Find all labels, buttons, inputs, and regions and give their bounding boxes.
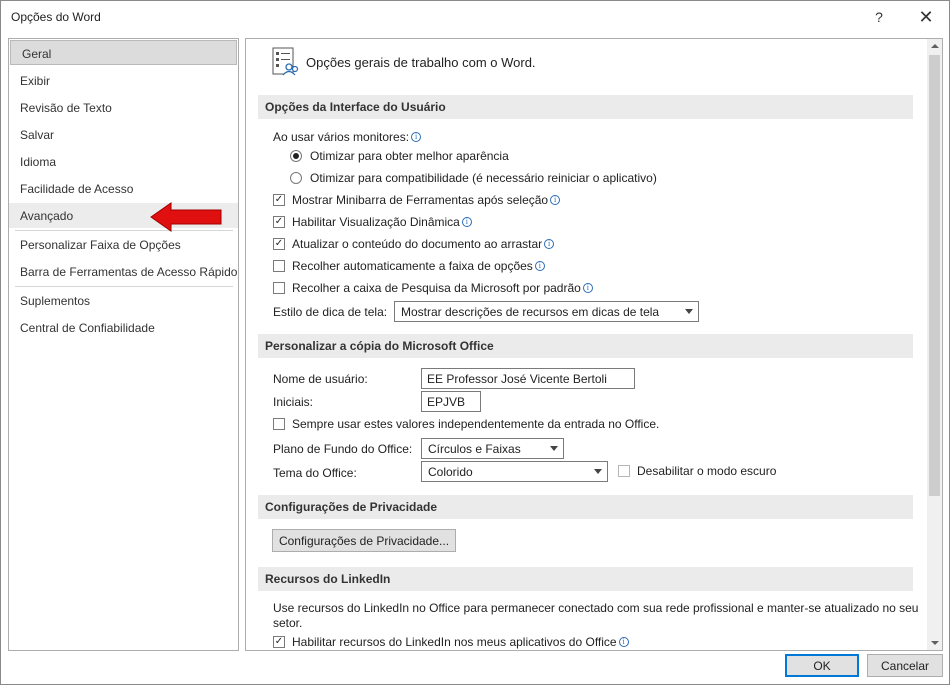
privacy-settings-button[interactable]: Configurações de Privacidade... xyxy=(272,529,456,552)
sidebar-item-exibir[interactable]: Exibir xyxy=(9,68,238,93)
checkbox-linkedin-features[interactable]: ✓ xyxy=(273,636,285,648)
initials-label: Iniciais: xyxy=(273,395,314,409)
scroll-down-arrow-icon[interactable] xyxy=(927,635,942,650)
checkbox-update-on-drag[interactable]: ✓ xyxy=(273,238,285,250)
checkbox-update-on-drag-text: Atualizar o conteúdo do documento ao arr… xyxy=(292,237,543,251)
info-icon: i xyxy=(582,283,593,293)
username-label: Nome de usuário: xyxy=(273,372,368,386)
info-icon: i xyxy=(411,132,422,142)
chevron-down-icon xyxy=(594,469,602,474)
section-header-personalize: Personalizar a cópia do Microsoft Office xyxy=(258,334,913,358)
initials-input[interactable]: EPJVB xyxy=(421,391,481,412)
sidebar-item-salvar[interactable]: Salvar xyxy=(9,122,238,147)
word-options-dialog: Opções do Word ? ✕ Geral Exibir Revisão … xyxy=(0,0,950,685)
monitors-label-text: Ao usar vários monitores: xyxy=(273,130,410,144)
sidebar-divider xyxy=(15,286,233,287)
close-icon: ✕ xyxy=(918,6,934,27)
category-sidebar: Geral Exibir Revisão de Texto Salvar Idi… xyxy=(8,38,239,651)
linkedin-description: Use recursos do LinkedIn no Office para … xyxy=(273,601,919,630)
sidebar-item-barra-acesso-rapido[interactable]: Barra de Ferramentas de Acesso Rápido xyxy=(9,259,238,284)
checkbox-live-preview-label: Habilitar Visualização Dinâmica i xyxy=(292,215,472,229)
help-icon: ? xyxy=(875,9,883,25)
office-theme-label: Tema do Office: xyxy=(273,466,357,480)
checkbox-live-preview-text: Habilitar Visualização Dinâmica xyxy=(292,215,460,229)
radio-best-appearance-label: Otimizar para obter melhor aparência xyxy=(310,149,509,163)
checkbox-linkedin-features-label: Habilitar recursos do LinkedIn nos meus … xyxy=(292,635,629,649)
checkbox-linkedin-features-text: Habilitar recursos do LinkedIn nos meus … xyxy=(292,635,617,649)
office-theme-dropdown[interactable]: Colorido xyxy=(421,461,608,482)
office-theme-value: Colorido xyxy=(428,465,473,479)
section-header-ui: Opções da Interface do Usuário xyxy=(258,95,913,119)
checkbox-minibar-text: Mostrar Minibarra de Ferramentas após se… xyxy=(292,193,549,207)
sidebar-item-suplementos[interactable]: Suplementos xyxy=(9,288,238,313)
help-button[interactable]: ? xyxy=(857,1,901,33)
section-header-privacy: Configurações de Privacidade xyxy=(258,495,913,519)
section-header-linkedin: Recursos do LinkedIn xyxy=(258,567,913,591)
info-icon: i xyxy=(534,261,545,271)
red-arrow-annotation-icon xyxy=(150,202,222,232)
info-icon: i xyxy=(618,637,629,647)
checkbox-collapse-ribbon-text: Recolher automaticamente a faixa de opçõ… xyxy=(292,259,533,273)
checkbox-always-use-label: Sempre usar estes valores independenteme… xyxy=(292,417,660,431)
sidebar-item-revisao-de-texto[interactable]: Revisão de Texto xyxy=(9,95,238,120)
cancel-button[interactable]: Cancelar xyxy=(867,654,943,677)
scroll-up-arrow-icon[interactable] xyxy=(927,39,942,54)
checkbox-collapse-search-text: Recolher a caixa de Pesquisa da Microsof… xyxy=(292,281,581,295)
sidebar-item-geral[interactable]: Geral xyxy=(10,40,237,65)
tooltip-style-label: Estilo de dica de tela: xyxy=(273,305,388,319)
general-options-icon xyxy=(272,47,299,76)
close-button[interactable]: ✕ xyxy=(904,1,948,33)
title-bar: Opções do Word ? ✕ xyxy=(1,1,949,33)
window-title: Opções do Word xyxy=(11,10,101,24)
office-background-value: Círculos e Faixas xyxy=(428,442,521,456)
checkbox-collapse-ribbon-label: Recolher automaticamente a faixa de opçõ… xyxy=(292,259,545,273)
checkbox-update-on-drag-label: Atualizar o conteúdo do documento ao arr… xyxy=(292,237,555,251)
checkbox-collapse-search-label: Recolher a caixa de Pesquisa da Microsof… xyxy=(292,281,593,295)
page-heading: Opções gerais de trabalho com o Word. xyxy=(306,55,536,70)
checkbox-collapse-ribbon[interactable] xyxy=(273,260,285,272)
chevron-down-icon xyxy=(685,309,693,314)
checkbox-always-use[interactable] xyxy=(273,418,285,430)
checkbox-disable-dark-mode-label: Desabilitar o modo escuro xyxy=(637,464,777,478)
ok-button[interactable]: OK xyxy=(785,654,859,677)
checkbox-disable-dark-mode[interactable] xyxy=(618,465,630,477)
office-background-dropdown[interactable]: Círculos e Faixas xyxy=(421,438,564,459)
checkbox-minibar[interactable]: ✓ xyxy=(273,194,285,206)
checkbox-live-preview[interactable]: ✓ xyxy=(273,216,285,228)
chevron-down-icon xyxy=(550,446,558,451)
radio-compatibility-label: Otimizar para compatibilidade (é necessá… xyxy=(310,171,657,185)
checkbox-collapse-search[interactable] xyxy=(273,282,285,294)
scrollbar-thumb[interactable] xyxy=(929,55,940,496)
tooltip-style-value: Mostrar descrições de recursos em dicas … xyxy=(401,305,660,319)
sidebar-item-personalizar-faixa[interactable]: Personalizar Faixa de Opções xyxy=(9,232,238,257)
info-icon: i xyxy=(544,239,555,249)
info-icon: i xyxy=(550,195,561,205)
info-icon: i xyxy=(461,217,472,227)
checkbox-minibar-label: Mostrar Minibarra de Ferramentas após se… xyxy=(292,193,561,207)
monitors-label: Ao usar vários monitores: i xyxy=(273,130,422,144)
content-scrollbar[interactable] xyxy=(927,39,942,650)
tooltip-style-dropdown[interactable]: Mostrar descrições de recursos em dicas … xyxy=(394,301,699,322)
office-background-label: Plano de Fundo do Office: xyxy=(273,442,413,456)
sidebar-item-facilidade-de-acesso[interactable]: Facilidade de Acesso xyxy=(9,176,238,201)
username-input[interactable]: EE Professor José Vicente Bertoli xyxy=(421,368,635,389)
options-content-pane: Opções gerais de trabalho com o Word. Op… xyxy=(245,38,943,651)
sidebar-item-idioma[interactable]: Idioma xyxy=(9,149,238,174)
radio-best-appearance[interactable] xyxy=(290,150,302,162)
sidebar-item-central-confiabilidade[interactable]: Central de Confiabilidade xyxy=(9,315,238,340)
radio-compatibility[interactable] xyxy=(290,172,302,184)
